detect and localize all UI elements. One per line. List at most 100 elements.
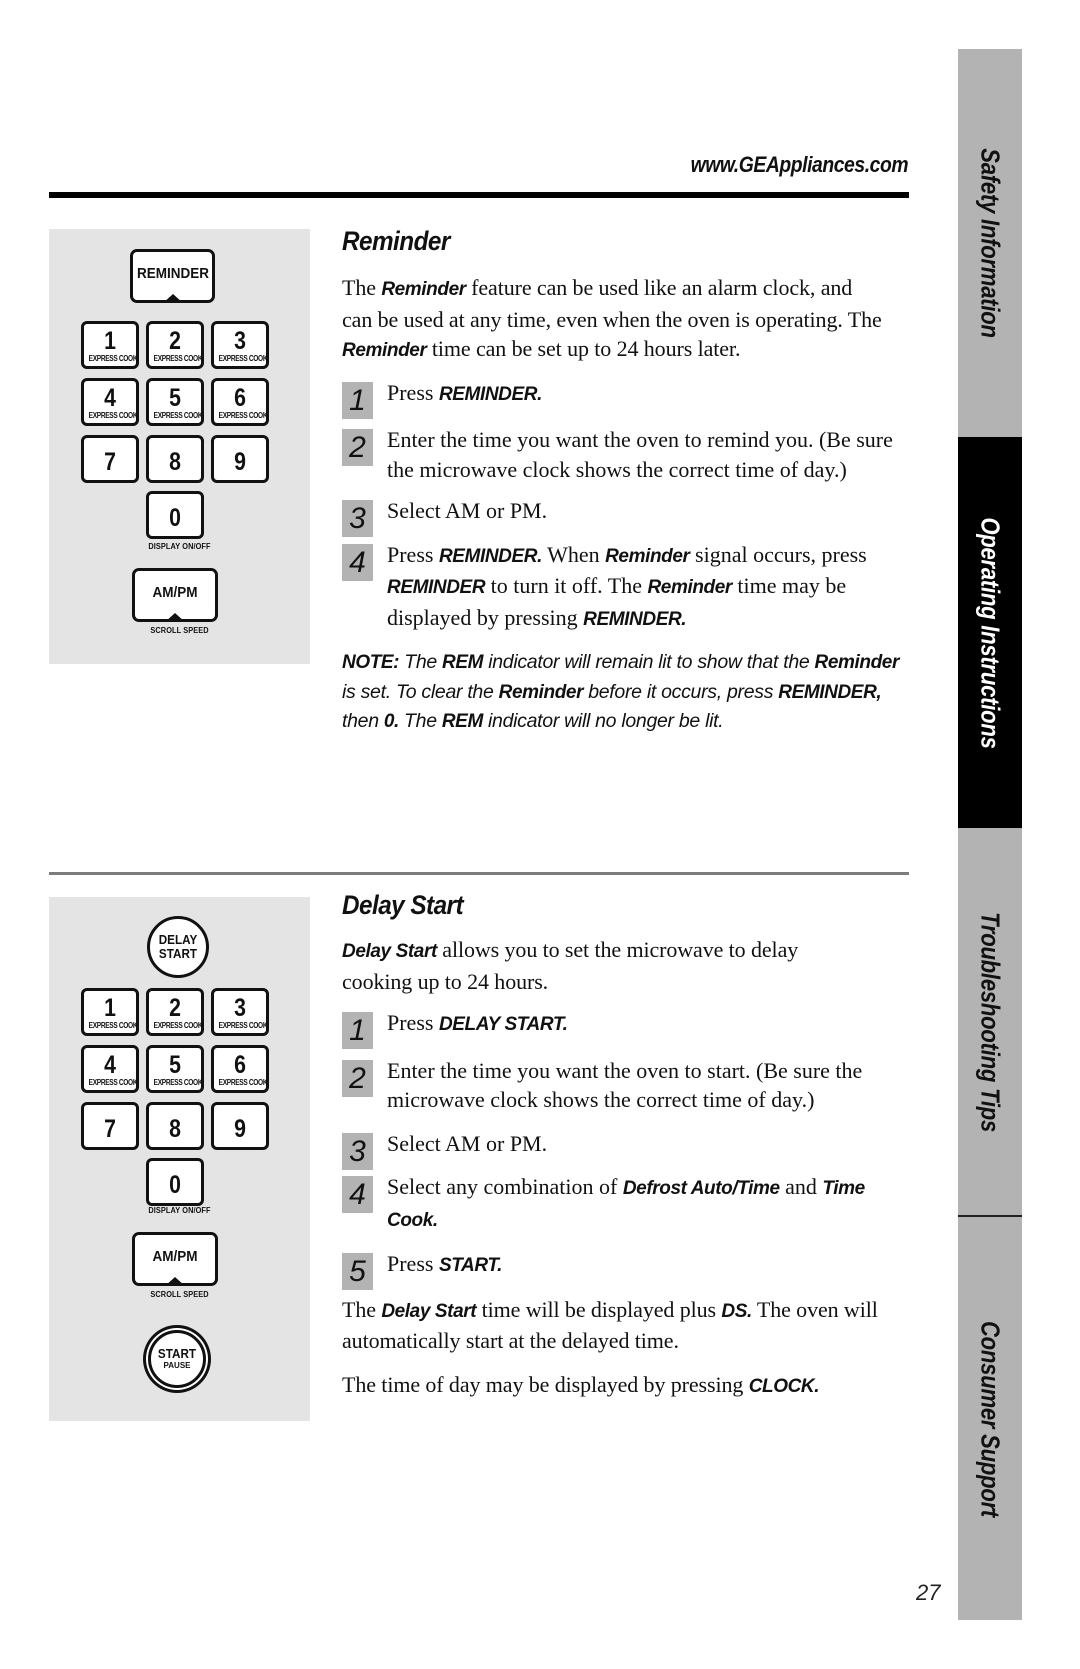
text-run: Select AM or PM. xyxy=(387,498,548,523)
digit-key-1[interactable]: 1 EXPRESS COOK xyxy=(81,988,139,1036)
digit-label: 3 xyxy=(234,327,246,355)
step-text: Press REMINDER. xyxy=(387,378,912,410)
triangle-indicator-icon xyxy=(165,1277,185,1286)
digit-key-3[interactable]: 3 EXPRESS COOK xyxy=(211,988,269,1036)
tab-safety-information[interactable]: Safety Information xyxy=(958,49,1022,437)
step-text: Press REMINDER. When Reminder signal occ… xyxy=(387,540,912,635)
digit-key-8[interactable]: 8 xyxy=(146,435,204,483)
step-number-badge: 1 xyxy=(342,1012,373,1049)
step-number-badge: 4 xyxy=(342,1176,373,1213)
digit-key-9[interactable]: 9 xyxy=(211,435,269,483)
emphasis-text: Reminder xyxy=(342,340,427,361)
step-text: Enter the time you want the oven to star… xyxy=(387,1056,912,1115)
step-item: 1 Press REMINDER. xyxy=(342,378,912,419)
step-item: 4 Select any combination of Defrost Auto/… xyxy=(342,1172,912,1235)
digit-key-0[interactable]: 0 xyxy=(146,1158,204,1206)
digit-label: 1 xyxy=(104,327,116,355)
digit-key-5[interactable]: 5 EXPRESS COOK xyxy=(146,1045,204,1093)
tab-operating-instructions[interactable]: Operating Instructions xyxy=(958,437,1022,828)
ampm-key-label: AM/PM xyxy=(152,1248,198,1265)
ampm-key[interactable]: AM/PM xyxy=(132,568,218,622)
ampm-key[interactable]: AM/PM xyxy=(132,1232,218,1286)
section-tabs: Safety Information Operating Instruction… xyxy=(958,49,1022,1620)
delay-start-key[interactable]: DELAY START xyxy=(147,916,209,978)
emphasis-text: REMINDER. xyxy=(438,545,542,567)
scroll-speed-caption: SCROLL SPEED xyxy=(150,1290,209,1299)
digit-key-4[interactable]: 4 EXPRESS COOK xyxy=(81,1045,139,1093)
digit-key-9[interactable]: 9 xyxy=(211,1102,269,1150)
delay-start-key-line1: DELAY xyxy=(158,932,198,947)
emphasis-text: START. xyxy=(438,1255,502,1276)
digit-key-4[interactable]: 4 EXPRESS COOK xyxy=(81,378,139,426)
delay-start-section: Delay Start Delay Start allows you to se… xyxy=(342,890,912,1401)
digit-label: 4 xyxy=(104,384,116,412)
text-run: indicator will remain lit to show that t… xyxy=(483,651,815,673)
text-run: Select any combination of xyxy=(387,1174,623,1199)
reminder-intro: The Reminder feature can be used like an… xyxy=(342,273,882,366)
emphasis-text: DELAY START. xyxy=(438,1014,568,1035)
digit-key-6[interactable]: 6 EXPRESS COOK xyxy=(211,378,269,426)
digit-label: 3 xyxy=(234,994,246,1022)
digit-label: 1 xyxy=(104,994,116,1022)
express-cook-label: EXPRESS COOK xyxy=(153,354,203,363)
express-cook-label: EXPRESS COOK xyxy=(218,411,268,420)
digit-key-7[interactable]: 7 xyxy=(81,1102,139,1150)
step-text: Select AM or PM. xyxy=(387,1129,912,1159)
emphasis-text: Delay Start xyxy=(342,941,437,962)
step-item: 5 Press START. xyxy=(342,1249,912,1290)
step-number-badge: 2 xyxy=(342,429,373,466)
scroll-speed-caption: SCROLL SPEED xyxy=(150,626,209,635)
digit-label: 7 xyxy=(104,1115,116,1143)
display-on-off-caption: DISPLAY ON/OFF xyxy=(148,1206,211,1215)
step-item: 3 Select AM or PM. xyxy=(342,1129,912,1170)
display-on-off-caption: DISPLAY ON/OFF xyxy=(148,542,211,551)
digit-key-2[interactable]: 2 EXPRESS COOK xyxy=(146,321,204,369)
digit-key-8[interactable]: 8 xyxy=(146,1102,204,1150)
digit-label: 6 xyxy=(234,384,246,412)
tab-consumer-support[interactable]: Consumer Support xyxy=(958,1217,1022,1620)
text-run: Enter the time you want the oven to star… xyxy=(387,1057,863,1113)
emphasis-text: CLOCK. xyxy=(748,1375,820,1397)
delay-start-title: Delay Start xyxy=(342,890,464,920)
ampm-key-label: AM/PM xyxy=(152,584,198,601)
text-run: Press xyxy=(387,1251,439,1276)
emphasis-text: NOTE: xyxy=(342,652,400,673)
emphasis-text: Reminder xyxy=(498,681,584,703)
digit-label: 0 xyxy=(169,504,181,532)
digit-label: 0 xyxy=(169,1171,181,1199)
digit-key-3[interactable]: 3 EXPRESS COOK xyxy=(211,321,269,369)
digit-label: 9 xyxy=(234,448,246,476)
delay-start-steps: 1 Press DELAY START. 2 Enter the time you w… xyxy=(342,1008,912,1290)
triangle-indicator-icon xyxy=(165,613,185,622)
step-text: Select AM or PM. xyxy=(387,496,912,526)
digit-key-7[interactable]: 7 xyxy=(81,435,139,483)
emphasis-text: Reminder xyxy=(605,545,690,567)
reminder-key[interactable]: REMINDER xyxy=(130,249,215,303)
express-cook-label: EXPRESS COOK xyxy=(88,1021,138,1030)
digit-key-5[interactable]: 5 EXPRESS COOK xyxy=(146,378,204,426)
digit-key-6[interactable]: 6 EXPRESS COOK xyxy=(211,1045,269,1093)
page-number: 27 xyxy=(916,1580,941,1605)
digit-label: 6 xyxy=(234,1051,246,1079)
text-run: The xyxy=(342,1296,382,1322)
emphasis-text: Defrost Auto/Time xyxy=(622,1178,780,1199)
text-run: before it occurs, press xyxy=(583,680,779,703)
text-run: Enter the time you want the oven to remi… xyxy=(387,427,893,482)
emphasis-text: DS. xyxy=(721,1300,752,1322)
start-pause-key[interactable]: START PAUSE xyxy=(148,1330,206,1388)
delay-start-key-line2: START xyxy=(158,946,198,961)
step-number-badge: 1 xyxy=(342,381,373,419)
website-url[interactable]: www.GEAppliances.com xyxy=(691,152,909,178)
express-cook-label: EXPRESS COOK xyxy=(218,1078,268,1087)
digit-key-0[interactable]: 0 xyxy=(146,491,204,539)
digit-label: 8 xyxy=(169,1115,181,1143)
reminder-key-label: REMINDER xyxy=(136,265,209,282)
digit-label: 2 xyxy=(169,327,181,355)
text-run: The xyxy=(398,710,442,732)
delay-start-outro: The Delay Start time will be displayed p… xyxy=(342,1295,902,1356)
tab-troubleshooting-tips[interactable]: Troubleshooting Tips xyxy=(958,828,1022,1216)
digit-key-2[interactable]: 2 EXPRESS COOK xyxy=(146,988,204,1036)
text-run: is set. To clear the xyxy=(342,680,499,703)
text-run: to turn it off. The xyxy=(485,573,648,598)
digit-key-1[interactable]: 1 EXPRESS COOK xyxy=(81,321,139,369)
